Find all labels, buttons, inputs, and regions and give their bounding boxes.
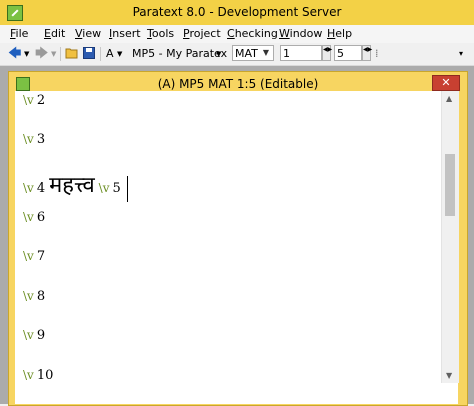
menu-edit-label: dit	[50, 27, 66, 40]
verse-marker: \v	[23, 289, 34, 303]
verse-line: \v 6	[23, 210, 45, 225]
verse-marker: \v	[23, 210, 34, 224]
open-folder-icon[interactable]	[65, 47, 79, 63]
verse-number: 9	[36, 328, 46, 343]
menu-project-label: roject	[189, 27, 221, 40]
scroll-down-icon[interactable]: ▼	[446, 371, 452, 380]
menu-edit-accel: E	[44, 27, 51, 40]
verse-marker: \v	[23, 93, 34, 107]
verse-spinner[interactable]: ◀▶	[362, 45, 372, 61]
menu-insert-label: nsert	[112, 27, 141, 40]
project-selector[interactable]: MP5 - My Paratex	[132, 46, 227, 62]
book-combo-value: MAT	[235, 47, 258, 60]
book-combo[interactable]: MAT ▼	[232, 45, 274, 61]
font-button[interactable]: A	[106, 46, 114, 62]
scroll-up-icon[interactable]: ▲	[446, 94, 452, 103]
menu-help-label: elp	[335, 27, 353, 40]
project-dropdown-icon[interactable]: ▼	[216, 46, 221, 62]
menu-window-label: indow	[289, 27, 323, 40]
chapter-field-value: 1	[283, 47, 290, 60]
verse-number: 3	[36, 132, 46, 147]
menu-tools-label: ools	[151, 27, 175, 40]
verse-field[interactable]: 5	[334, 45, 362, 61]
verse-marker: \v	[23, 132, 34, 146]
menu-window-accel: W	[279, 27, 290, 40]
verse-marker: \v	[23, 249, 34, 263]
toolbar-overflow-icon[interactable]: ▾	[459, 46, 463, 62]
verse-marker: \v	[23, 181, 34, 195]
menu-tools[interactable]: Tools	[147, 27, 174, 40]
back-arrow-icon[interactable]: 🡄	[8, 46, 21, 62]
toolbar-separator	[100, 47, 101, 61]
menu-window[interactable]: Window	[279, 27, 322, 40]
chevron-down-icon: ▼	[262, 48, 270, 57]
forward-arrow-icon[interactable]: 🡆	[35, 46, 48, 62]
verse-line: \v 8	[23, 289, 45, 304]
toolbar: 🡄 ▼ 🡆 ▼ A ▼ MP5 - My Paratex ▼ MAT ▼ 1 ◀…	[0, 43, 474, 66]
save-icon[interactable]	[83, 47, 95, 63]
chapter-field[interactable]: 1	[280, 45, 322, 61]
verse-number: 8	[36, 289, 46, 304]
text-editor[interactable]: \v 2 \v 3 \v 4 महत्त्व \v 5 \v 6 \v 7 \v 8 \v 9 \v…	[15, 91, 458, 404]
menu-checking-label: hecking	[234, 27, 278, 40]
verse-number: 5	[112, 181, 121, 196]
menu-project[interactable]: Project	[183, 27, 221, 40]
menu-bar: File Edit View Insert Tools Project Chec…	[0, 25, 474, 43]
menu-checking-accel: C	[227, 27, 235, 40]
window-title: Paratext 8.0 - Development Server	[132, 5, 342, 19]
toolbar-separator	[60, 47, 61, 61]
vertical-scrollbar[interactable]: ▲ ▼	[441, 91, 459, 383]
verse-line: \v 7	[23, 249, 45, 264]
font-dropdown-icon[interactable]: ▼	[117, 46, 122, 62]
chapter-spinner[interactable]: ◀▶	[322, 45, 332, 61]
menu-view-label: iew	[82, 27, 102, 40]
verse-text: महत्त्व	[49, 173, 95, 198]
verse-number: 6	[36, 210, 46, 225]
verse-marker: \v	[98, 181, 110, 195]
verse-number: 2	[36, 93, 46, 108]
menu-edit[interactable]: Edit	[44, 27, 65, 40]
verse-number: 10	[36, 368, 54, 383]
menu-checking[interactable]: Checking	[227, 27, 278, 40]
menu-view[interactable]: View	[75, 27, 101, 40]
verse-marker: \v	[23, 328, 34, 342]
menu-file-label: ile	[15, 27, 29, 40]
close-button[interactable]: ✕	[432, 75, 460, 91]
back-dropdown-icon[interactable]: ▼	[24, 46, 29, 62]
menu-insert[interactable]: Insert	[109, 27, 141, 40]
verse-marker: \v	[23, 368, 34, 382]
scrollbar-thumb[interactable]	[445, 154, 455, 216]
editor-window-title: (A) MP5 MAT 1:5 (Editable)	[157, 77, 319, 91]
verse-line: \v 3	[23, 132, 45, 147]
forward-dropdown-icon[interactable]: ▼	[51, 46, 56, 62]
verse-line: \v 10	[23, 368, 53, 383]
menu-file[interactable]: File	[10, 27, 28, 40]
menu-help[interactable]: Help	[327, 27, 352, 40]
verse-line: \v 4 महत्त्व \v 5	[23, 169, 128, 202]
verse-number: 7	[36, 249, 46, 264]
text-cursor	[126, 175, 128, 202]
verse-line: \v 9	[23, 328, 45, 343]
verse-field-value: 5	[337, 47, 344, 60]
verse-line: \v 2	[23, 93, 45, 108]
verse-number: 4	[36, 181, 46, 196]
toolbar-grip-icon: ⁞	[375, 47, 379, 60]
title-bar: Paratext 8.0 - Development Server	[0, 0, 474, 26]
